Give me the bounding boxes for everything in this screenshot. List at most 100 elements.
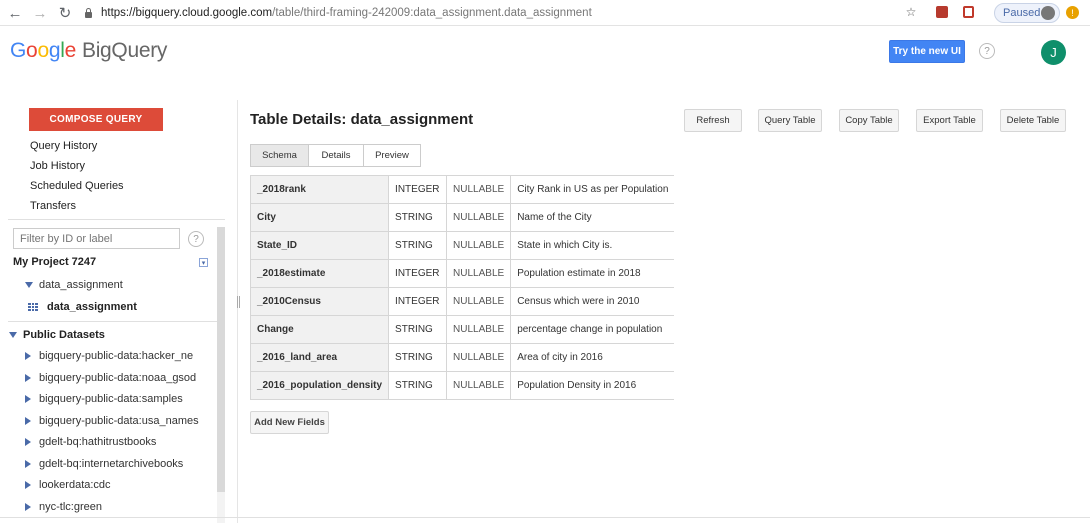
browser-toolbar: ← → ↻ https://bigquery.cloud.google.com /… [0,0,1090,26]
user-avatar[interactable]: J [1041,40,1066,65]
tab-preview[interactable]: Preview [363,144,421,167]
try-new-ui-button[interactable]: Try the new UI [889,40,965,63]
sidebar-item-scheduled-queries[interactable]: Scheduled Queries [30,180,124,192]
tab-details[interactable]: Details [308,144,364,167]
add-new-fields-button[interactable]: Add New Fields [250,411,329,434]
field-type: STRING [388,203,448,232]
schema-table: _2018rank INTEGER NULLABLE City Rank in … [249,175,675,400]
panel-splitter[interactable] [237,100,238,523]
compose-query-button[interactable]: COMPOSE QUERY [29,108,163,131]
table-row: _2016_population_density STRING NULLABLE… [249,371,675,400]
public-dataset-item[interactable]: lookerdata:cdc [25,479,111,491]
public-dataset-label: lookerdata:cdc [39,479,111,491]
refresh-button[interactable]: Refresh [684,109,742,132]
table-label: data_assignment [47,301,137,313]
export-table-button[interactable]: Export Table [916,109,983,132]
field-mode: NULLABLE [446,231,512,260]
field-name: _2010Census [249,287,390,316]
url-host: https://bigquery.cloud.google.com [101,7,273,19]
shield-extension-icon[interactable] [961,5,975,19]
collapse-arrow-icon [25,438,31,447]
sidebar-item-transfers[interactable]: Transfers [30,200,76,212]
public-datasets-title[interactable]: Public Datasets [9,329,105,341]
detail-tabs: Schema Details Preview [250,144,421,167]
field-mode: NULLABLE [446,371,512,400]
field-type: STRING [388,315,448,344]
paused-label: Paused [1003,7,1041,19]
public-dataset-item[interactable]: nyc-tlc:green [25,501,102,513]
table-details-panel: Table Details: data_assignment Refresh Q… [249,100,1090,523]
public-dataset-label: gdelt-bq:hathitrustbooks [39,436,157,448]
logo-letter: o [26,39,38,62]
public-dataset-item[interactable]: bigquery-public-data:usa_names [25,415,199,427]
field-description: Census which were in 2010 [510,287,675,316]
field-name: Change [249,315,390,344]
dataset-item[interactable]: data_assignment [25,279,123,291]
field-description: Name of the City [510,203,675,232]
collapse-arrow-icon [25,460,31,469]
update-icon[interactable]: ! [1066,6,1079,19]
public-dataset-item[interactable]: bigquery-public-data:samples [25,393,183,405]
address-bar[interactable]: https://bigquery.cloud.google.com/table/… [84,3,984,23]
field-description: Area of city in 2016 [510,343,675,372]
logo-letter: g [48,39,61,62]
product-name: BigQuery [81,39,168,62]
logo-letter: G [10,39,27,62]
field-type: INTEGER [388,259,448,288]
project-title[interactable]: My Project 7247 [13,256,96,268]
public-dataset-label: gdelt-bq:internetarchivebooks [39,458,184,470]
table-icon [28,302,38,312]
field-description: percentage change in population [510,315,675,344]
field-name: _2018rank [249,175,390,204]
filter-input[interactable] [13,228,180,249]
expand-arrow-icon [9,332,17,339]
sidebar-scroll-track[interactable] [217,492,225,523]
collapse-arrow-icon [25,503,31,512]
star-icon[interactable]: ☆ [904,5,918,19]
field-mode: NULLABLE [446,203,512,232]
reload-icon[interactable]: ↻ [54,2,76,24]
public-dataset-label: bigquery-public-data:hacker_ne [39,350,194,362]
query-table-button[interactable]: Query Table [758,109,822,132]
sidebar-scrollbar[interactable] [217,227,225,492]
project-dropdown-icon[interactable]: ▾ [199,258,208,267]
field-description: Population Density in 2016 [510,371,675,400]
tab-schema[interactable]: Schema [250,144,309,167]
back-icon[interactable]: ← [4,2,26,24]
copy-table-button[interactable]: Copy Table [839,109,899,132]
delete-table-button[interactable]: Delete Table [1000,109,1066,132]
table-row: _2018estimate INTEGER NULLABLE Populatio… [249,259,675,288]
help-icon[interactable]: ? [188,231,204,247]
forward-icon[interactable]: → [29,2,51,24]
pdf-extension-icon[interactable] [935,5,949,19]
public-dataset-item[interactable]: gdelt-bq:hathitrustbooks [25,436,156,448]
splitter-grip-icon[interactable] [237,296,240,308]
collapse-arrow-icon [25,395,31,404]
url-path: /table/third-framing-242009:data_assignm… [272,7,592,19]
expand-arrow-icon [25,282,33,289]
profile-paused-button[interactable]: Paused [994,3,1060,23]
sidebar-item-query-history[interactable]: Query History [30,140,97,152]
public-dataset-item[interactable]: bigquery-public-data:noaa_gsod [25,372,196,384]
public-dataset-item[interactable]: bigquery-public-data:hacker_ne [25,350,193,362]
field-name: _2016_population_density [249,371,390,400]
field-mode: NULLABLE [446,175,512,204]
public-dataset-item[interactable]: gdelt-bq:internetarchivebooks [25,458,183,470]
public-dataset-label: bigquery-public-data:usa_names [39,415,199,427]
public-dataset-label: nyc-tlc:green [39,501,102,513]
public-dataset-label: bigquery-public-data:samples [39,393,183,405]
app-header: Google BigQuery Try the new UI ? J [0,27,1090,77]
field-type: INTEGER [388,175,448,204]
table-row: City STRING NULLABLE Name of the City [249,203,675,232]
collapse-arrow-icon [25,374,31,383]
divider [0,517,1090,518]
field-type: INTEGER [388,287,448,316]
google-bigquery-logo[interactable]: Google BigQuery [10,39,167,63]
collapse-arrow-icon [25,481,31,490]
sidebar: COMPOSE QUERY Query History Job History … [0,100,237,523]
table-item[interactable]: data_assignment [28,301,137,313]
profile-avatar [1041,6,1055,20]
help-icon[interactable]: ? [979,43,995,59]
sidebar-item-job-history[interactable]: Job History [30,160,85,172]
field-name: _2018estimate [249,259,390,288]
